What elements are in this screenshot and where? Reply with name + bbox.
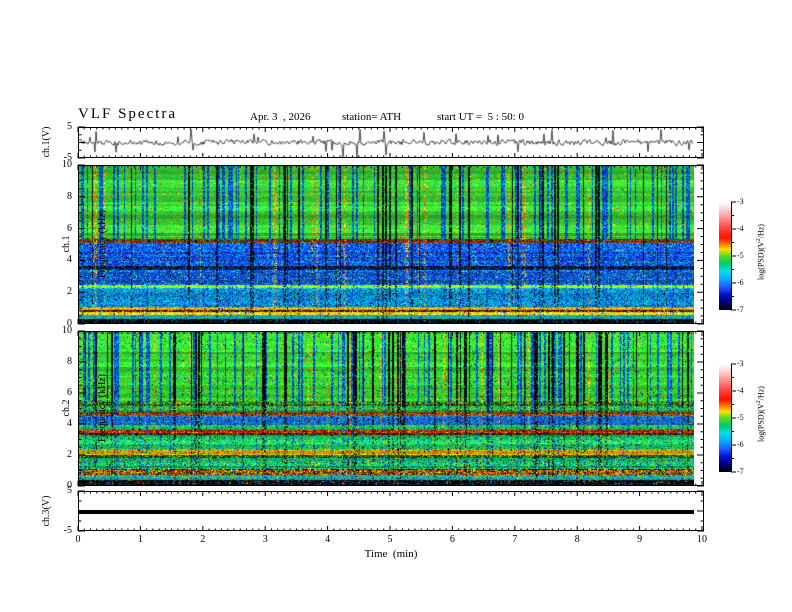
colorbar2-tick-label: -7 (737, 467, 744, 476)
time-tick-label: 4 (325, 534, 331, 545)
ch1-freq-axis-label: ch.1 Frequency (kHz) (37, 198, 108, 290)
ch2-freq-tick-label: 10 (62, 325, 72, 336)
time-tick-label: 10 (697, 534, 707, 545)
ch2-freq-axis-label-line1: ch.2 (61, 399, 72, 417)
ch1-freq-tick-label: 2 (67, 286, 72, 298)
colorbar2-tick-label: -3 (737, 359, 744, 368)
ch1-freq-axis-label-line2: Frequency (kHz) (97, 209, 108, 279)
time-tick-label: 7 (512, 534, 518, 545)
time-axis-label: Time (min) (364, 548, 418, 560)
ch1-freq-tick-label: 8 (67, 190, 72, 202)
ch2-freq-axis-label-line2: Frequency (kHz) (97, 373, 108, 443)
ch1-freq-tick-label: 4 (67, 254, 72, 266)
colorbar2-tick-label: -5 (737, 413, 744, 422)
time-tick-label: 5 (387, 534, 393, 545)
time-tick-label: 2 (200, 534, 206, 545)
colorbar1-tick-label: -7 (737, 305, 744, 314)
colorbar2-unit-prefix: log(PSD)(V (756, 403, 766, 442)
ch1-freq-axis-label-line1: ch.1 (61, 235, 72, 253)
station-label: station= ATH (342, 111, 402, 123)
ch1-waveform-panel (78, 127, 704, 158)
ch1-volt-tick-label: 5 (67, 121, 72, 132)
colorbar2-tick-label: -6 (737, 440, 744, 449)
time-tick-label: 1 (137, 534, 143, 545)
time-tick-label: 9 (637, 534, 643, 545)
figure-title: VLF Spectra (78, 106, 178, 122)
ch2-freq-tick-label: 0 (67, 480, 72, 491)
colorbar1-tick-label: -5 (737, 251, 744, 260)
colorbar1-unit-suffix: /Hz) (756, 224, 766, 239)
ch2-freq-tick-label: 2 (67, 449, 72, 460)
ch2-spectrogram-canvas (79, 332, 694, 485)
ch1-waveform-canvas (79, 128, 703, 157)
ch1-spectrogram-panel (78, 165, 704, 324)
time-tick-label: 8 (574, 534, 580, 545)
colorbar1-tick-label: -6 (737, 278, 744, 287)
colorbar1-tick-label: -4 (737, 224, 744, 233)
colorbar-ch1 (719, 202, 731, 310)
ch1-freq-tick-label: 6 (67, 222, 72, 234)
ch2-freq-tick-label: 8 (67, 356, 72, 367)
figure-date: Apr. 3 , 2026 (250, 111, 311, 123)
vlf-spectra-figure: VLF Spectra Apr. 3 , 2026 station= ATH s… (0, 0, 792, 612)
colorbar2-unit-sup: 2 (756, 400, 762, 404)
ch3-flat-line (79, 510, 694, 514)
colorbar1-unit-prefix: log(PSD)(V (756, 241, 766, 280)
time-tick-label: 3 (262, 534, 268, 545)
colorbar-ch2 (719, 364, 731, 472)
time-tick-label: 6 (449, 534, 455, 545)
colorbar2-tick-label: -4 (737, 386, 744, 395)
ch1-spectrogram-canvas (79, 166, 694, 323)
ch2-freq-tick-label: 4 (67, 418, 72, 429)
ch2-freq-axis-label: ch.2 Frequency (kHz) (37, 362, 108, 454)
colorbar2-unit-suffix: /Hz) (756, 386, 766, 401)
ch3-waveform-panel (78, 491, 704, 531)
colorbar1-tick-label: -3 (737, 197, 744, 206)
start-ut-label: start UT = 5 : 50: 0 (437, 111, 524, 123)
ch2-spectrogram-panel (78, 331, 704, 486)
ch1-freq-tick-label: 10 (62, 159, 72, 170)
ch2-freq-tick-label: 6 (67, 387, 72, 398)
colorbar1-unit-sup: 2 (756, 238, 762, 242)
time-tick-label: 0 (75, 534, 81, 545)
